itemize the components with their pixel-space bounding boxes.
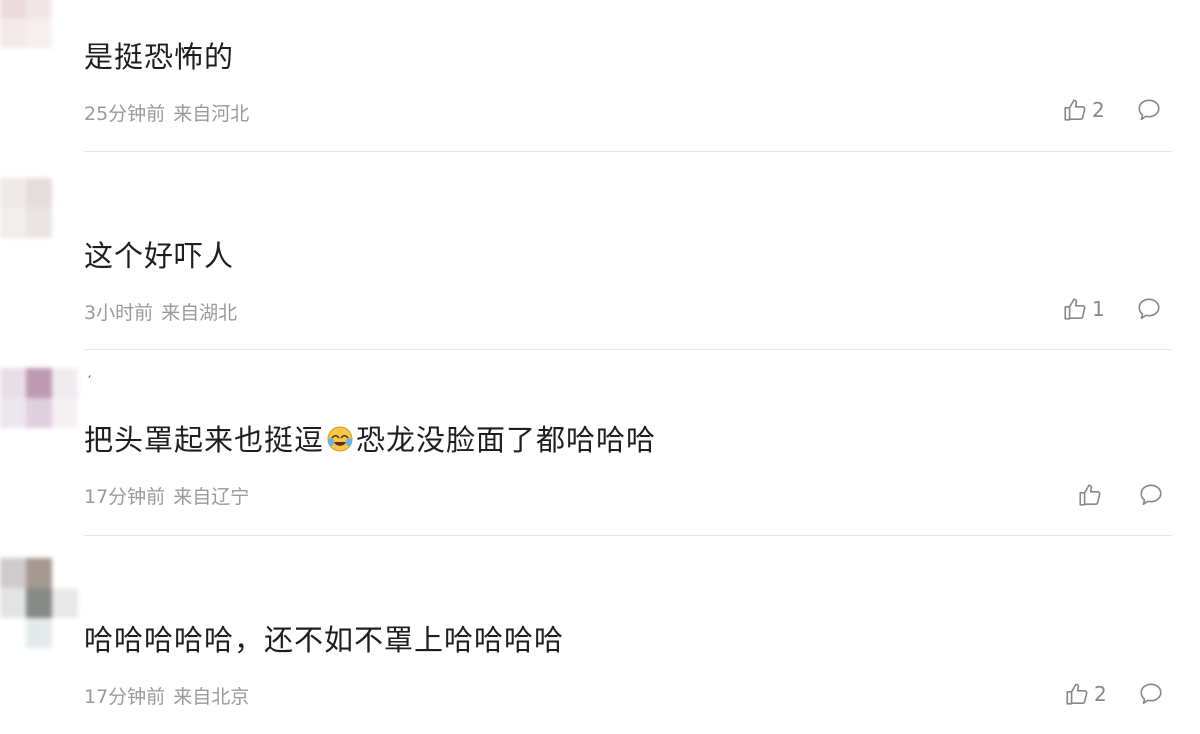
like-button[interactable] [1077, 482, 1107, 508]
comment-location: 来自辽宁 [173, 486, 250, 508]
comment-text-part: 把头罩起来也挺逗 [84, 423, 325, 457]
laughing-crying-emoji-icon [326, 425, 354, 453]
comment-meta: 25分钟前 来自河北 [84, 99, 249, 126]
avatar[interactable] [0, 368, 78, 428]
thumbs-up-icon [1064, 681, 1090, 707]
thumbs-up-icon [1062, 296, 1088, 322]
comment-item: 是挺恐怖的 25分钟前 来自河北 2 [0, 0, 1200, 152]
like-count: 1 [1092, 297, 1105, 321]
comment-meta: 3小时前 来自湖北 [84, 298, 237, 325]
comment-location: 来自河北 [173, 103, 250, 125]
comment-bubble-icon [1138, 681, 1164, 707]
reply-button[interactable] [1136, 296, 1162, 322]
reply-button[interactable] [1136, 97, 1162, 123]
comment-bubble-icon [1138, 482, 1164, 508]
commenter-name: ′ [88, 374, 92, 390]
like-count: 2 [1094, 682, 1107, 706]
avatar[interactable] [0, 558, 78, 648]
comment-location: 来自北京 [173, 686, 250, 708]
comment-text: 把头罩起来也挺逗 恐龙没脸面了都哈哈哈 [84, 420, 656, 460]
reply-button[interactable] [1138, 681, 1164, 707]
comment-item: ′ 把头罩起来也挺逗 恐龙没脸面了都哈哈哈 17分钟前 来自辽宁 [0, 350, 1200, 536]
comment-time: 3小时前 [84, 302, 154, 324]
thumbs-up-icon [1062, 97, 1088, 123]
comment-text-part: 恐龙没脸面了都哈哈哈 [356, 423, 657, 457]
avatar[interactable] [0, 178, 78, 238]
like-button[interactable]: 2 [1064, 681, 1107, 707]
comment-meta: 17分钟前 来自北京 [84, 682, 249, 709]
avatar[interactable] [0, 0, 78, 48]
comment-text: 是挺恐怖的 [84, 40, 235, 74]
thumbs-up-icon [1077, 482, 1103, 508]
like-count: 2 [1092, 98, 1105, 122]
reply-button[interactable] [1138, 482, 1164, 508]
comment-item: 哈哈哈哈哈，还不如不罩上哈哈哈哈 17分钟前 来自北京 2 [0, 536, 1200, 734]
comment-time: 25分钟前 [84, 103, 166, 125]
comment-bubble-icon [1136, 97, 1162, 123]
comment-text: 哈哈哈哈哈，还不如不罩上哈哈哈哈 [84, 623, 565, 657]
comment-time: 17分钟前 [84, 486, 166, 508]
comment-item: 这个好吓人 3小时前 来自湖北 1 [0, 152, 1200, 350]
like-button[interactable]: 1 [1062, 296, 1105, 322]
comment-location: 来自湖北 [161, 302, 238, 324]
comment-meta: 17分钟前 来自辽宁 [84, 482, 249, 509]
comment-time: 17分钟前 [84, 686, 166, 708]
comment-bubble-icon [1136, 296, 1162, 322]
like-button[interactable]: 2 [1062, 97, 1105, 123]
comment-text: 这个好吓人 [84, 239, 235, 273]
